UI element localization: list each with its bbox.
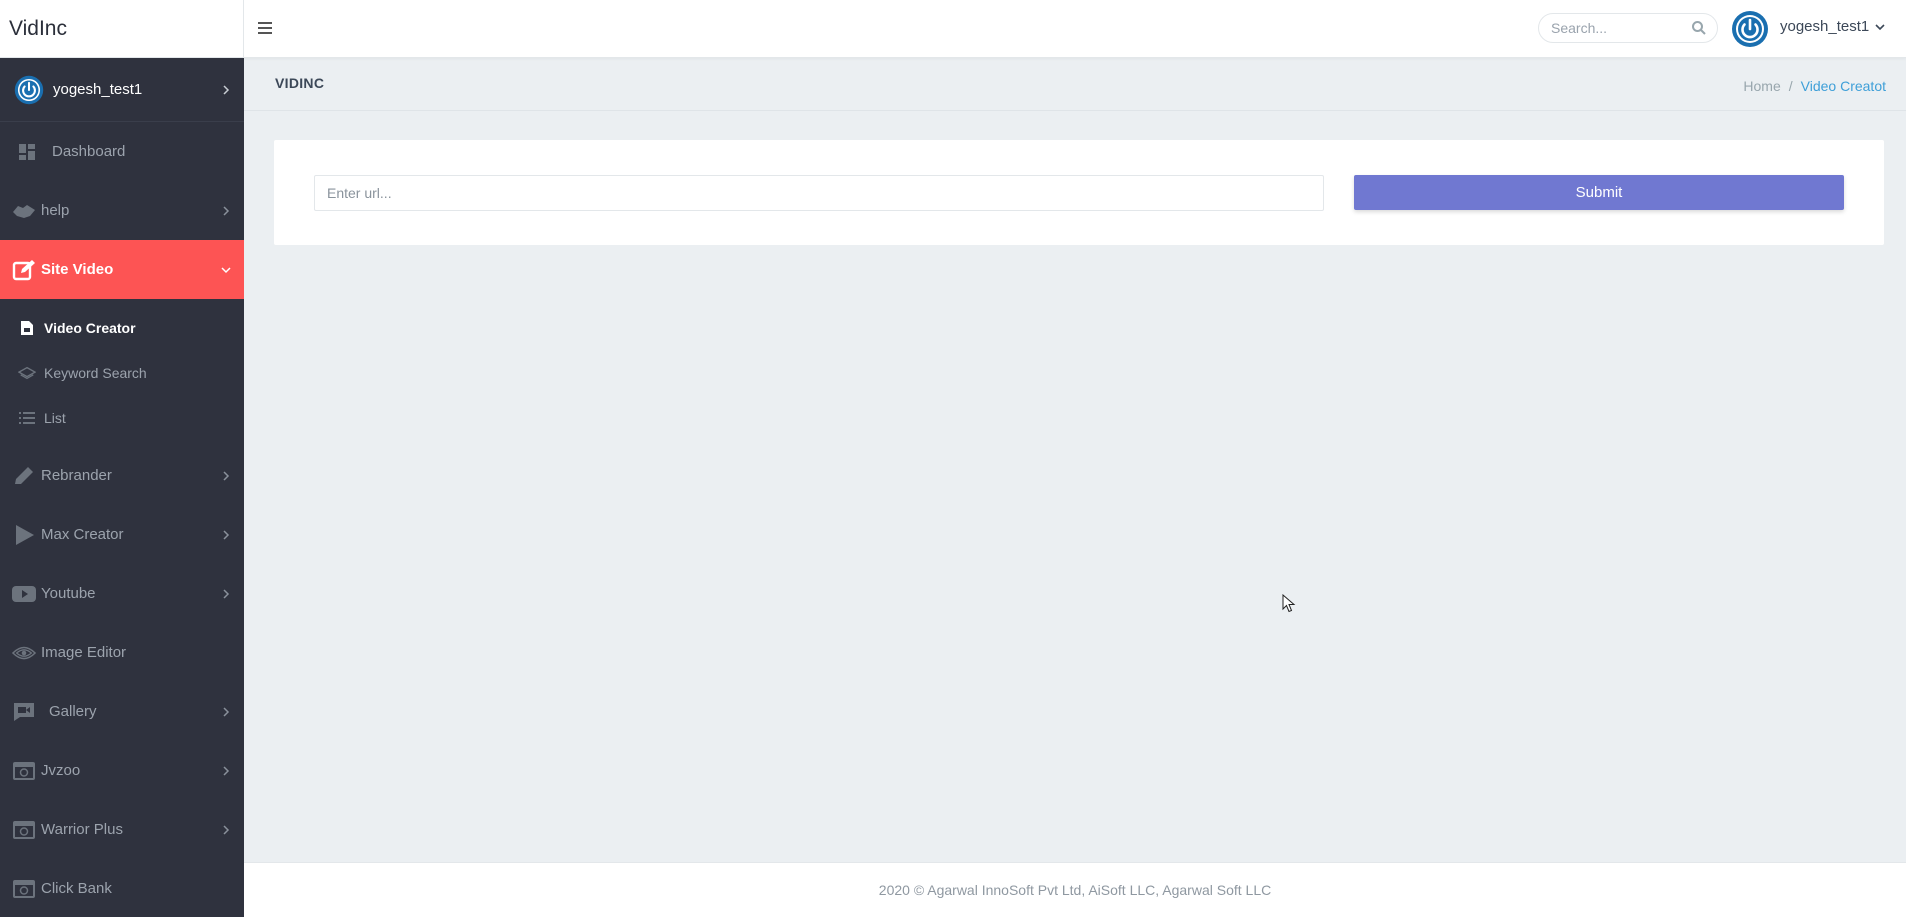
sidebar-item-dashboard[interactable]: Dashboard [0,122,244,181]
sidebar-item-help[interactable]: help [0,181,244,240]
chevron-right-icon [223,824,230,835]
sidebar-item-gallery[interactable]: Gallery [0,682,244,741]
play-icon [12,524,36,546]
sidebar-item-label: Jvzoo [41,762,81,779]
search-icon[interactable] [1691,20,1707,36]
footer-copyright: 2020 © Agarwal InnoSoft Pvt Ltd, AiSoft … [878,882,1272,898]
sidebar-item-label: Site Video [41,261,114,278]
footer: 2020 © Agarwal InnoSoft Pvt Ltd, AiSoft … [244,862,1906,917]
sidebar-item-label: Warrior Plus [41,821,123,838]
sidebar-item-label: Youtube [41,585,96,602]
sidebar-item-warrior-plus[interactable]: Warrior Plus [0,800,244,859]
youtube-icon [12,583,36,605]
dashboard-icon [15,141,39,163]
search-input[interactable] [1551,20,1681,36]
sidebar-item-label: Rebrander [41,467,112,484]
sidebar-item-label: Click Bank [41,880,112,897]
breadcrumb: Home / Video Creatot [1743,78,1886,94]
sidebar-item-label: Gallery [49,703,97,720]
sidebar-profile[interactable]: yogesh_test1 [0,58,244,122]
sidebar-item-jvzoo[interactable]: Jvzoo [0,741,244,800]
sidebar-item-label: Keyword Search [44,364,147,381]
page-title: VIDINC [275,75,325,91]
sidebar-item-image-editor[interactable]: Image Editor [0,623,244,682]
brand-logo[interactable]: VidInc [0,0,244,58]
chevron-right-icon [223,205,230,216]
breadcrumb-separator: / [1788,78,1793,94]
camera-icon [12,819,36,841]
sidebar-item-youtube[interactable]: Youtube [0,564,244,623]
edit-icon [12,259,36,281]
url-form-card: Submit [274,140,1884,245]
site-video-submenu: Video Creator Keyword Search List [0,299,244,446]
sidebar-item-label: Max Creator [41,526,124,543]
sidebar-item-label: help [41,202,70,219]
avatar [14,75,44,104]
page-header: VIDINC Home / Video Creatot [244,58,1906,111]
sidebar-subitem-keyword-search[interactable]: Keyword Search [0,350,244,395]
sidebar-item-label: Image Editor [41,644,127,661]
layers-icon [18,364,36,382]
breadcrumb-current: Video Creatot [1800,78,1886,94]
sidebar-subitem-video-creator[interactable]: Video Creator [0,305,244,350]
sidebar-item-label: Video Creator [44,319,136,336]
chevron-right-icon [223,706,230,717]
mouse-cursor-icon [1282,594,1296,613]
sidebar-subitem-list[interactable]: List [0,395,244,440]
breadcrumb-home-link[interactable]: Home [1743,78,1780,94]
chevron-right-icon [223,588,230,599]
submit-button[interactable]: Submit [1354,175,1844,210]
profile-name: yogesh_test1 [53,81,143,98]
camera-icon [12,878,36,900]
sidebar: yogesh_test1 Dashboard help Site Video V… [0,58,244,917]
menu-toggle-icon[interactable] [258,18,278,38]
sidebar-item-rebrander[interactable]: Rebrander [0,446,244,505]
sidebar-item-max-creator[interactable]: Max Creator [0,505,244,564]
sidebar-item-click-bank[interactable]: Click Bank [0,859,244,917]
video-chat-icon [12,701,36,723]
camera-icon [12,760,36,782]
chevron-down-icon [221,266,231,273]
username-label: yogesh_test1 [1780,18,1870,35]
eye-icon [12,642,36,664]
user-menu[interactable]: yogesh_test1 [1780,18,1885,35]
chevron-right-icon [223,529,230,540]
sidebar-item-site-video[interactable]: Site Video [0,240,244,299]
sidebar-item-label: List [44,409,66,426]
sidebar-item-label: Dashboard [52,143,126,160]
handshake-icon [12,200,36,222]
url-input[interactable] [314,175,1324,211]
avatar[interactable] [1731,10,1769,48]
list-icon [18,409,36,427]
search-box [1538,13,1718,43]
file-icon [18,319,36,337]
chevron-right-icon [223,84,230,95]
top-navbar: VidInc yogesh_test1 [0,0,1906,58]
pencil-icon [12,465,36,487]
chevron-down-icon [1875,23,1885,30]
chevron-right-icon [223,765,230,776]
chevron-right-icon [223,470,230,481]
